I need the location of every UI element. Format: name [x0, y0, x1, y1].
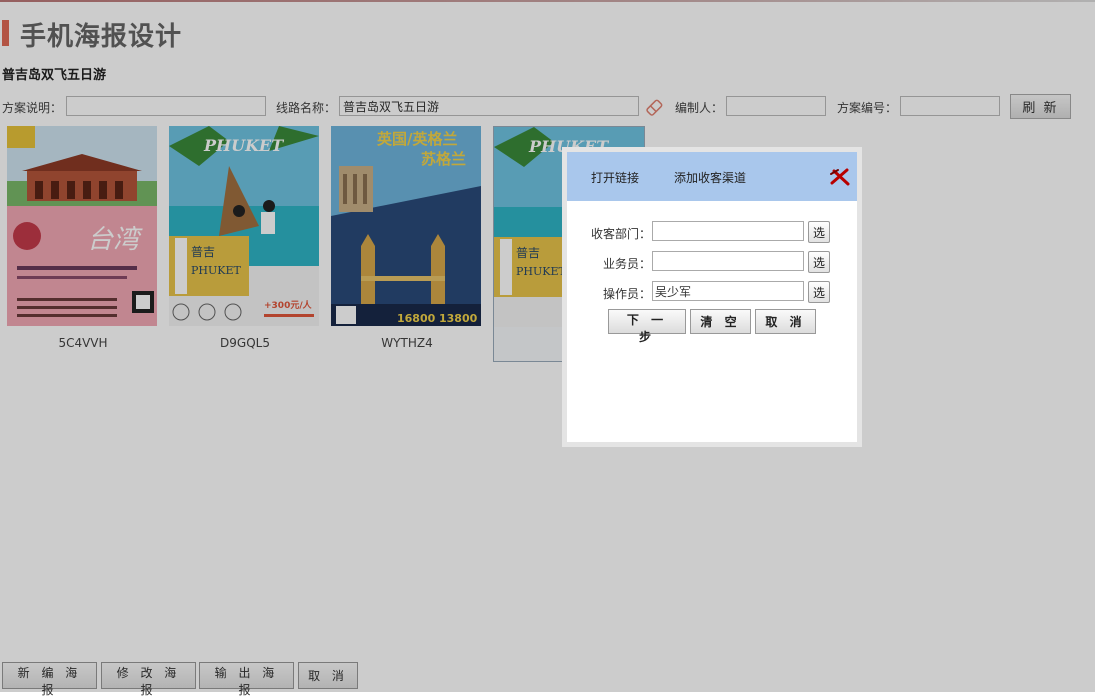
dept-label: 收客部门： [590, 227, 651, 241]
dialog-header: 打开链接 添加收客渠道 [567, 152, 857, 201]
sales-label: 业务员： [602, 257, 651, 271]
operator-input[interactable] [652, 281, 804, 301]
next-step-button[interactable]: 下 一 步 [608, 309, 686, 344]
clear-button[interactable]: 清 空 [690, 309, 751, 334]
tab-open-link[interactable]: 打开链接 [591, 169, 639, 186]
modal-overlay [0, 0, 1095, 692]
dept-input[interactable] [652, 221, 804, 241]
tab-add-channel[interactable]: 添加收客渠道 [674, 169, 746, 186]
dialog-body: 打开链接 添加收客渠道 收客部门： 选 业务员： 选 操作员： 选 下 一 步 … [567, 152, 857, 442]
close-icon[interactable] [829, 166, 851, 188]
operator-pick-button[interactable]: 选 [808, 281, 830, 303]
sales-pick-button[interactable]: 选 [808, 251, 830, 273]
channel-dialog: 打开链接 添加收客渠道 收客部门： 选 业务员： 选 操作员： 选 下 一 步 … [562, 147, 862, 447]
dept-pick-button[interactable]: 选 [808, 221, 830, 243]
operator-label: 操作员： [602, 287, 651, 301]
sales-input[interactable] [652, 251, 804, 271]
dialog-cancel-button[interactable]: 取 消 [755, 309, 816, 334]
